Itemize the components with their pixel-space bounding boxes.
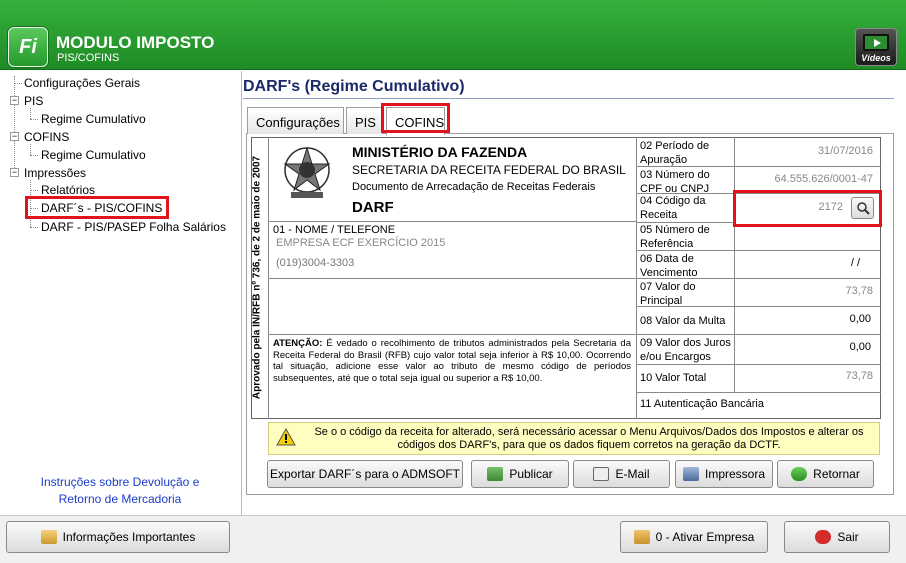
tree-item-pis-regime-cumulativo[interactable]: Regime Cumulativo	[41, 112, 146, 126]
retornar-label: Retornar	[813, 467, 860, 481]
atencao-block: ATENÇÃO: É vedado o recolhimento de trib…	[273, 338, 631, 384]
tree-item-pis[interactable]: PIS	[24, 94, 43, 108]
field-label-periodo: 02 Período de Apuração	[640, 140, 710, 166]
tree-guide	[30, 227, 38, 228]
brazil-coat-of-arms-icon	[283, 146, 331, 198]
ativar-empresa-label: 0 - Ativar Empresa	[655, 530, 755, 544]
tree-item-impressoes[interactable]: Impressões	[24, 166, 86, 180]
secretaria-name: SECRETARIA DA RECEITA FEDERAL DO BRASIL	[352, 163, 626, 177]
title-divider	[243, 98, 894, 99]
tree-item-relatorios[interactable]: Relatórios	[41, 183, 95, 197]
ativar-empresa-button[interactable]: 0 - Ativar Empresa	[620, 521, 768, 553]
pencil-icon	[40, 530, 57, 544]
videos-button[interactable]: Vídeos	[855, 28, 897, 66]
form-line	[268, 278, 636, 279]
tree-item-configuracoes-gerais[interactable]: Configurações Gerais	[24, 76, 140, 90]
tree-guide	[14, 76, 15, 176]
form-line	[636, 278, 881, 279]
field-label-vencimento: 06 Data de Vencimento	[640, 253, 698, 279]
publish-icon	[487, 467, 504, 481]
instructions-link[interactable]: Instruções sobre Devolução e Retorno de …	[20, 474, 220, 508]
field-value-juros[interactable]: 0,00	[740, 341, 871, 353]
publicar-button[interactable]: Publicar	[471, 460, 569, 488]
return-arrow-icon	[791, 467, 808, 481]
email-label: E-Mail	[615, 467, 650, 481]
field-label-principal: 07 Valor do Principal	[640, 281, 696, 307]
field-value-periodo: 31/07/2016	[817, 145, 873, 157]
building-icon	[633, 530, 650, 544]
field-value-vencimento[interactable]: / /	[740, 257, 860, 269]
videos-label: Vídeos	[861, 53, 891, 63]
tab-pis[interactable]: PIS	[346, 107, 383, 134]
form-line	[734, 137, 735, 393]
tree-guide	[30, 144, 31, 155]
collapse-icon[interactable]: −	[10, 168, 19, 177]
informacoes-importantes-button[interactable]: Informações Importantes	[6, 521, 230, 553]
tree-item-darf-pis-pasep-folha[interactable]: DARF - PIS/PASEP Folha Salários	[41, 220, 226, 234]
tree-item-cofins[interactable]: COFINS	[24, 130, 69, 144]
form-line	[268, 221, 636, 222]
documento-name: Documento de Arrecadação de Receitas Fed…	[352, 181, 596, 193]
ministry-name: MINISTÉRIO DA FAZENDA	[352, 144, 528, 160]
warning-icon	[276, 428, 296, 446]
email-button[interactable]: E-Mail	[573, 460, 670, 488]
field-label-multa: 08 Valor da Multa	[640, 315, 726, 327]
approval-vertical-text-container: Aprovado pela IN/RFB nº 736, de 2 de mai…	[248, 140, 268, 418]
form-line	[636, 364, 881, 365]
tree-item-cofins-regime-cumulativo[interactable]: Regime Cumulativo	[41, 148, 146, 162]
printer-icon	[682, 467, 699, 481]
impressora-button[interactable]: Impressora	[675, 460, 773, 488]
field-label-autenticacao: 11 Autenticação Bancária	[640, 398, 764, 410]
empresa-value: EMPRESA ECF EXERCÍCIO 2015	[276, 237, 446, 249]
form-line	[636, 166, 881, 167]
highlight-box	[25, 196, 169, 219]
field-label-total: 10 Valor Total	[640, 372, 707, 384]
app-logo: Fi	[8, 27, 48, 67]
exportar-darfs-label: Exportar DARF´s para o ADMSOFT	[269, 467, 461, 481]
field-value-principal: 73,78	[845, 285, 873, 297]
field-value-cnpj: 64.555.626/0001-47	[774, 173, 873, 185]
film-icon	[863, 34, 889, 51]
telefone-value: (019)3004-3303	[276, 257, 355, 269]
form-line	[636, 250, 881, 251]
tree-guide	[30, 190, 38, 191]
app-subtitle: PIS/COFINS	[57, 52, 120, 64]
collapse-icon[interactable]: −	[10, 96, 19, 105]
nome-label: 01 - NOME / TELEFONE	[273, 224, 396, 236]
informacoes-label: Informações Importantes	[62, 530, 196, 544]
tree-guide	[30, 155, 38, 156]
tree-guide	[30, 119, 38, 120]
page-title: DARF's (Regime Cumulativo)	[243, 78, 465, 95]
app-title: MODULO IMPOSTO	[56, 33, 215, 52]
form-line	[636, 306, 881, 307]
tab-configuracoes[interactable]: Configurações	[247, 107, 344, 134]
exportar-darfs-button[interactable]: Exportar DARF´s para o ADMSOFT	[267, 460, 463, 488]
email-icon	[593, 467, 610, 481]
tree-guide	[30, 108, 31, 119]
highlight-box	[733, 190, 882, 227]
field-value-total: 73,78	[845, 370, 873, 382]
form-line	[636, 334, 881, 335]
field-value-multa[interactable]: 0,00	[740, 313, 871, 325]
atencao-text: É vedado o recolhimento de tributos admi…	[273, 338, 631, 384]
warning-text: Se o o código da receita for alterado, s…	[314, 426, 864, 451]
field-label-juros: 09 Valor dos Juros e/ou Encargos	[640, 337, 731, 363]
highlight-box	[381, 103, 450, 133]
exit-icon	[815, 530, 832, 544]
field-label-referencia: 05 Número de Referência	[640, 224, 710, 250]
atencao-label: ATENÇÃO:	[273, 338, 323, 349]
sair-button[interactable]: Sair	[784, 521, 890, 553]
approval-vertical-text: Aprovado pela IN/RFB nº 736, de 2 de mai…	[251, 155, 263, 400]
darf-label: DARF	[352, 199, 394, 216]
retornar-button[interactable]: Retornar	[777, 460, 874, 488]
tree-guide	[14, 83, 22, 84]
form-line	[268, 334, 636, 335]
sair-label: Sair	[837, 530, 859, 544]
field-label-codigo: 04 Código da Receita	[640, 195, 706, 221]
collapse-icon[interactable]: −	[10, 132, 19, 141]
publicar-label: Publicar	[509, 467, 553, 481]
impressora-label: Impressora	[704, 467, 766, 481]
field-label-cnpj: 03 Número do CPF ou CNPJ	[640, 169, 710, 195]
form-line	[636, 392, 881, 393]
